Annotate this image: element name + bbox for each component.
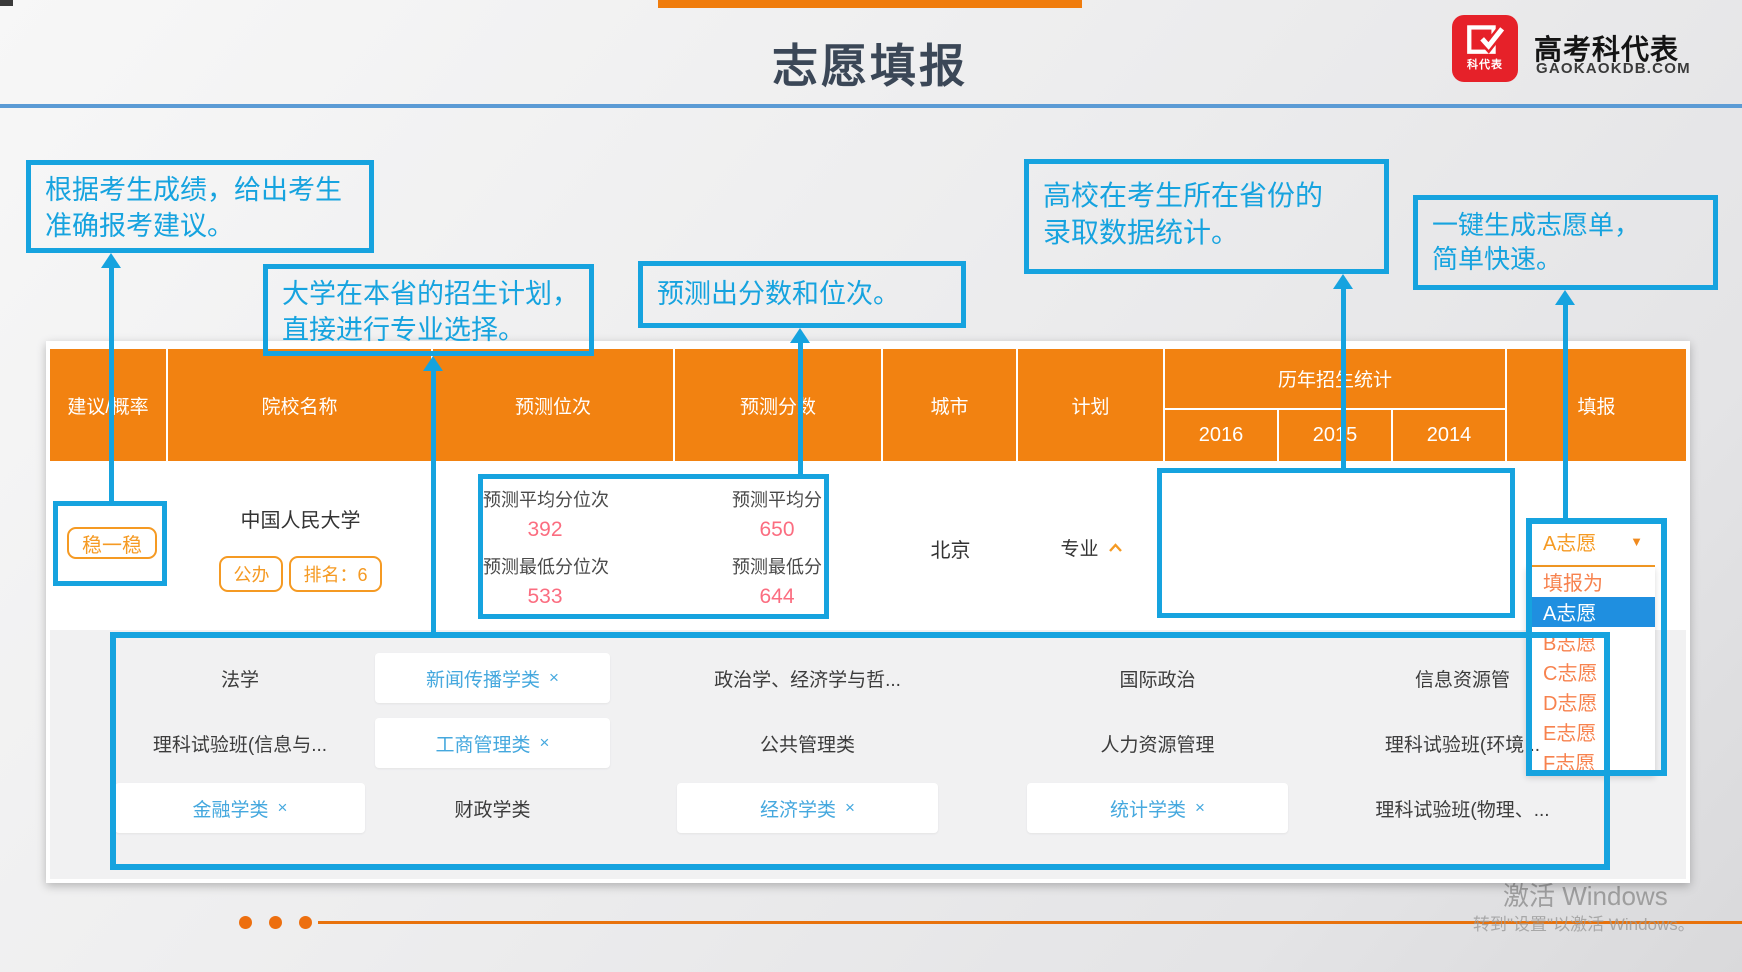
column-header-rank: 预测位次 bbox=[433, 349, 675, 461]
callout-predict: 预测出分数和位次。 bbox=[638, 261, 966, 328]
close-icon[interactable]: × bbox=[1195, 798, 1205, 818]
callout-advice: 根据考生成绩，给出考生 准确报考建议。 bbox=[26, 160, 374, 253]
column-header-plan: 计划 bbox=[1018, 349, 1165, 461]
column-header-score: 预测分数 bbox=[675, 349, 883, 461]
major-option[interactable]: 理科试验班(信息与... bbox=[110, 717, 370, 769]
school-name[interactable]: 中国人民大学 bbox=[168, 504, 433, 533]
pagination-dot bbox=[239, 916, 252, 929]
major-option[interactable]: 国际政治 bbox=[1000, 652, 1315, 704]
major-option[interactable]: 政治学、经济学与哲... bbox=[615, 652, 1000, 704]
majors-row: 理科试验班(信息与... 工商管理类× 公共管理类 人力资源管理 理科试验班(环… bbox=[110, 717, 1610, 769]
logo-badge-text: 科代表 bbox=[1467, 60, 1503, 71]
arrow-up-icon bbox=[101, 253, 121, 501]
pagination-dot bbox=[299, 916, 312, 929]
major-chip[interactable]: 金融学类× bbox=[110, 782, 370, 834]
pagination-dot bbox=[269, 916, 282, 929]
arrow-up-icon bbox=[1555, 290, 1575, 518]
brand-logo-icon: 科代表 bbox=[1452, 15, 1518, 82]
score-avg-value: 650 bbox=[732, 518, 822, 542]
year-header-2016: 2016 bbox=[1165, 410, 1279, 461]
chevron-up-icon bbox=[1108, 543, 1123, 553]
brand-domain: GAOKAOKDB.COM bbox=[1536, 60, 1691, 77]
table-header: 建议/概率 院校名称 预测位次 预测分数 城市 计划 历年招生统计 2016 2… bbox=[50, 349, 1686, 461]
arrow-up-icon bbox=[1333, 274, 1353, 468]
major-chip[interactable]: 新闻传播学类× bbox=[370, 652, 615, 704]
plan-label: 专业 bbox=[1060, 534, 1098, 561]
majors-row: 金融学类× 财政学类 经济学类× 统计学类× 理科试验班(物理、... bbox=[110, 782, 1610, 834]
advice-button[interactable]: 稳一稳 bbox=[67, 527, 157, 559]
callout-generate: 一键生成志愿单， 简单快速。 bbox=[1413, 195, 1718, 290]
caret-down-icon: ▼ bbox=[1630, 534, 1643, 549]
close-icon[interactable]: × bbox=[540, 733, 550, 753]
rank-min-label: 预测最低分位次 bbox=[483, 553, 609, 579]
column-header-fill: 填报 bbox=[1507, 349, 1686, 461]
major-option[interactable]: 信息资源管 bbox=[1315, 652, 1610, 704]
major-chip[interactable]: 统计学类× bbox=[1000, 782, 1315, 834]
header-divider bbox=[0, 104, 1742, 108]
close-icon[interactable]: × bbox=[278, 798, 288, 818]
logo-check-icon bbox=[1465, 22, 1505, 60]
corner-mark bbox=[0, 0, 13, 6]
city-cell: 北京 bbox=[883, 534, 1018, 563]
volunteer-selected-value: A志愿 bbox=[1543, 527, 1596, 556]
callout-history: 高校在考生所在省份的 录取数据统计。 bbox=[1024, 159, 1389, 274]
rank-avg-value: 392 bbox=[483, 518, 607, 542]
major-option[interactable]: 理科试验班(物理、... bbox=[1315, 782, 1610, 834]
menu-item-a[interactable]: A志愿 bbox=[1526, 597, 1655, 627]
major-option[interactable]: 财政学类 bbox=[370, 782, 615, 834]
arrow-up-icon bbox=[790, 328, 810, 474]
score-avg-label: 预测平均分 bbox=[732, 486, 822, 512]
major-option[interactable]: 法学 bbox=[110, 652, 370, 704]
volunteer-select[interactable]: A志愿 ▼ bbox=[1526, 518, 1655, 567]
close-icon[interactable]: × bbox=[845, 798, 855, 818]
rank-avg-label: 预测平均分位次 bbox=[483, 486, 609, 512]
windows-activation-watermark-hint: 转到"设置"以激活 Windows。 bbox=[1473, 910, 1695, 935]
callout-plan: 大学在本省的招生计划， 直接进行专业选择。 bbox=[263, 264, 594, 356]
major-option[interactable]: 人力资源管理 bbox=[1000, 717, 1315, 769]
column-header-city: 城市 bbox=[883, 349, 1018, 461]
major-chip[interactable]: 工商管理类× bbox=[370, 717, 615, 769]
slide: 志愿填报 科代表 高考科代表 GAOKAOKDB.COM 根据考生成绩，给出考生… bbox=[0, 0, 1742, 972]
school-badges: 公办 排名：6 bbox=[168, 556, 433, 592]
title-accent-bar bbox=[658, 0, 1082, 8]
close-icon[interactable]: × bbox=[549, 668, 559, 688]
plan-toggle[interactable]: 专业 bbox=[1018, 534, 1165, 561]
column-header-school: 院校名称 bbox=[168, 349, 433, 461]
menu-item-group-label[interactable]: 填报为 bbox=[1526, 567, 1655, 597]
score-min-label: 预测最低分 bbox=[732, 553, 822, 579]
arrow-up-icon bbox=[423, 356, 443, 632]
majors-row: 法学 新闻传播学类× 政治学、经济学与哲... 国际政治 信息资源管 bbox=[110, 652, 1610, 704]
major-chip[interactable]: 经济学类× bbox=[615, 782, 1000, 834]
major-option[interactable]: 理科试验班(环境... bbox=[1315, 717, 1610, 769]
rank-min-value: 533 bbox=[483, 585, 607, 609]
page-title: 志愿填报 bbox=[660, 30, 1080, 96]
badge-public: 公办 bbox=[219, 556, 283, 592]
table-row bbox=[50, 461, 1686, 630]
score-min-value: 644 bbox=[732, 585, 822, 609]
major-option[interactable]: 公共管理类 bbox=[615, 717, 1000, 769]
year-header-2014: 2014 bbox=[1393, 410, 1505, 461]
badge-rank: 排名：6 bbox=[289, 556, 381, 592]
